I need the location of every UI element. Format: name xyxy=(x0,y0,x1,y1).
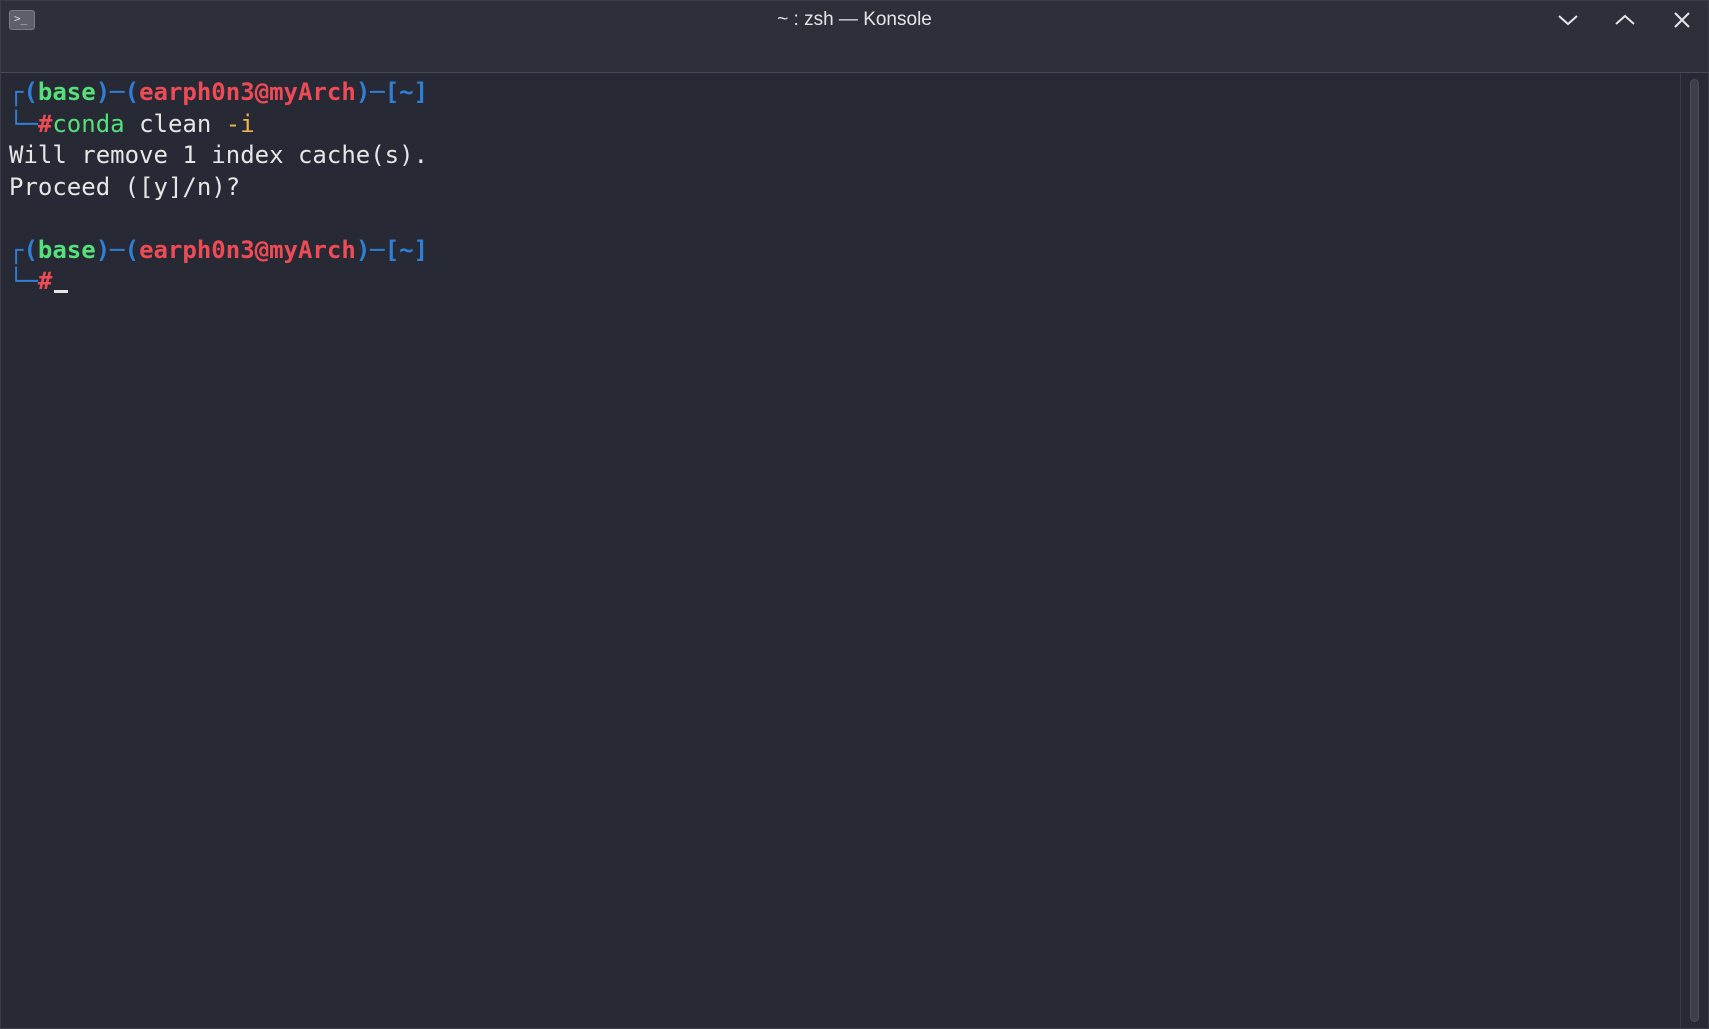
maximize-button[interactable] xyxy=(1605,5,1645,35)
minimize-button[interactable] xyxy=(1548,5,1588,35)
prompt-bracket: ( xyxy=(124,235,140,264)
prompt-bracket: ( xyxy=(23,235,38,264)
prompt-hash: # xyxy=(37,267,53,295)
chevron-up-icon xyxy=(1615,14,1635,25)
command-flag: -i xyxy=(225,109,255,138)
prompt-cwd: ~ xyxy=(399,235,414,264)
prompt-bracket: [ xyxy=(384,78,400,106)
prompt-bracket: ) xyxy=(355,78,371,106)
konsole-window: >_ ~ : zsh — Konsole ┌(base)─(earph0n3@m… xyxy=(0,0,1709,1029)
vertical-scrollbar[interactable] xyxy=(1680,73,1708,1028)
command-line: └─#conda clean -i xyxy=(9,109,1682,141)
prompt-frame: ┌ xyxy=(9,78,24,106)
prompt-separator: ─ xyxy=(370,78,385,106)
command-argument: clean xyxy=(139,109,212,138)
prompt-line: ┌(base)─(earph0n3@myArch)─[~] xyxy=(9,235,1682,267)
prompt-frame: └─ xyxy=(9,267,38,295)
prompt-env: base xyxy=(37,235,96,264)
close-icon xyxy=(1674,12,1690,28)
prompt-separator: ─ xyxy=(370,235,385,264)
scrollbar-thumb[interactable] xyxy=(1690,79,1699,1022)
output-line: Will remove 1 index cache(s). xyxy=(9,141,429,169)
prompt-bracket: ( xyxy=(23,78,38,106)
command-name: conda xyxy=(52,109,125,138)
terminal-area[interactable]: ┌(base)─(earph0n3@myArch)─[~] └─#conda c… xyxy=(1,73,1682,1028)
prompt-user-host: earph0n3@myArch xyxy=(139,78,356,106)
title-bar[interactable]: >_ ~ : zsh — Konsole xyxy=(1,1,1708,73)
prompt-bracket: ( xyxy=(124,78,140,106)
prompt-bracket: ] xyxy=(413,235,429,264)
prompt-bracket: [ xyxy=(384,235,400,264)
prompt-bracket: ) xyxy=(95,235,111,264)
prompt-separator: ─ xyxy=(110,235,125,264)
prompt-separator: ─ xyxy=(110,78,125,106)
output-line: Proceed ([y]/n)? xyxy=(9,172,241,201)
prompt-hash: # xyxy=(37,109,53,138)
prompt-env: base xyxy=(37,78,96,106)
prompt-frame: ┌ xyxy=(9,235,24,264)
prompt-line: ┌(base)─(earph0n3@myArch)─[~] xyxy=(9,77,1682,109)
prompt-bracket: ) xyxy=(355,235,371,264)
prompt-bracket: ] xyxy=(413,78,429,106)
prompt-frame: └─ xyxy=(9,109,38,138)
prompt-user-host: earph0n3@myArch xyxy=(139,235,356,264)
window-title: ~ : zsh — Konsole xyxy=(777,9,932,30)
prompt-bracket: ) xyxy=(95,78,111,106)
chevron-down-icon xyxy=(1558,15,1578,26)
command-line[interactable]: └─# xyxy=(9,266,1682,298)
text-cursor xyxy=(54,290,69,293)
prompt-cwd: ~ xyxy=(399,78,414,106)
close-button[interactable] xyxy=(1662,5,1702,35)
